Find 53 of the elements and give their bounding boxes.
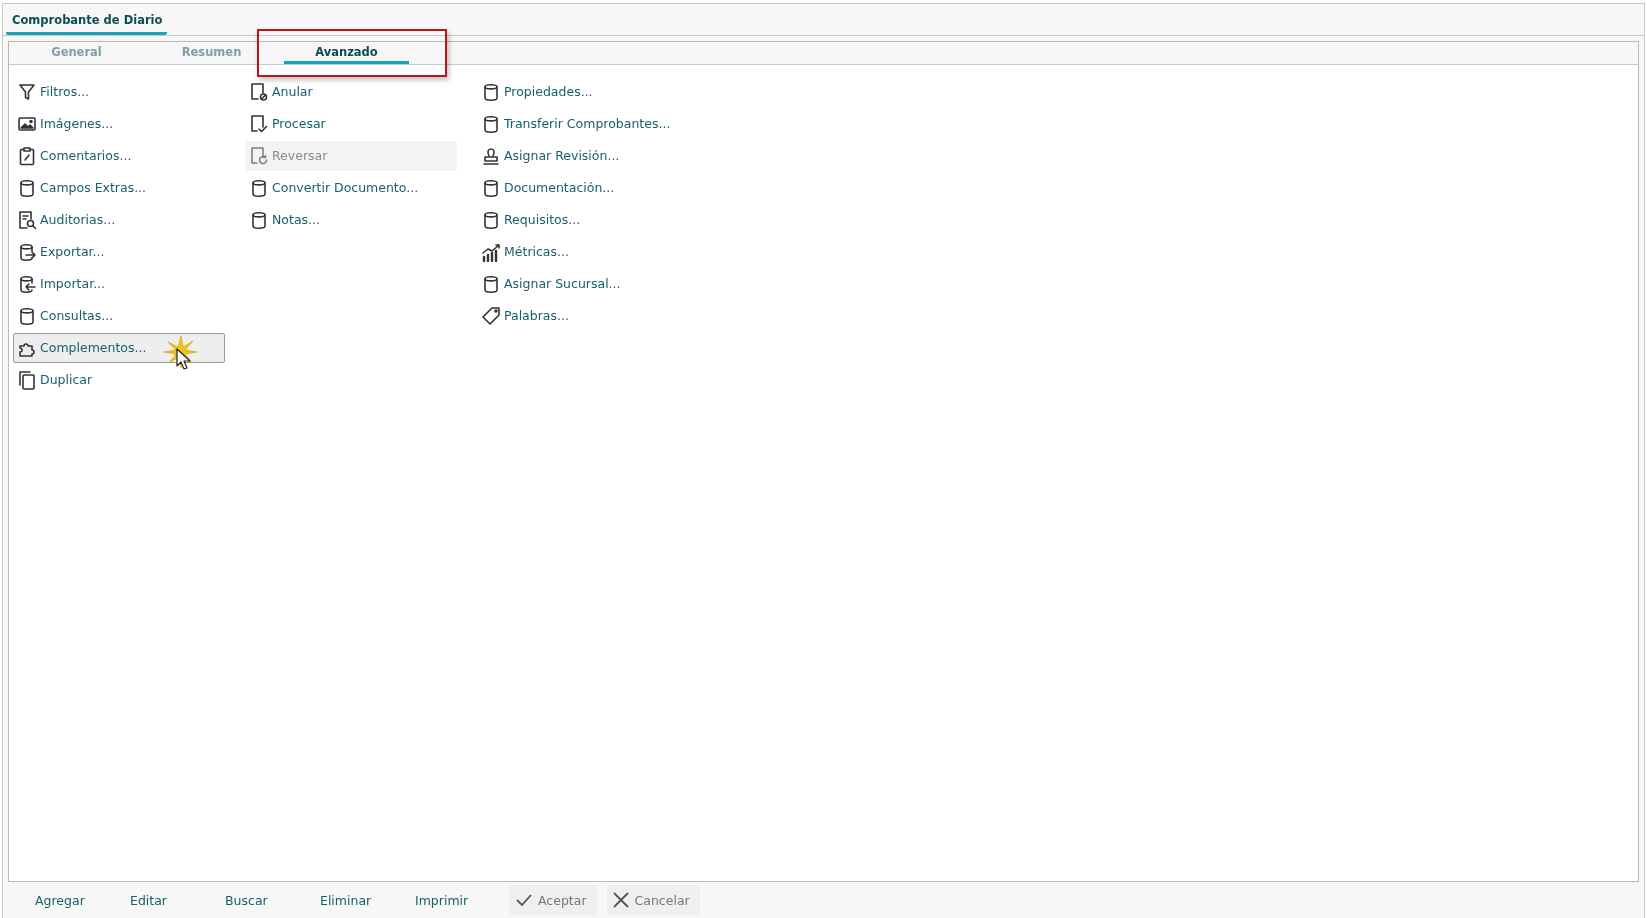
menu-item[interactable]: Imágenes...: [13, 108, 225, 139]
cursor-icon: [164, 335, 198, 370]
menu-item[interactable]: Convertir Documento...: [245, 172, 457, 203]
menu-item[interactable]: Palabras...: [477, 300, 689, 331]
menu-item[interactable]: Exportar...: [13, 236, 225, 267]
cylinder-icon: [481, 273, 501, 294]
accept-button[interactable]: Aceptar: [510, 885, 597, 915]
menu-item[interactable]: Asignar Revisión...: [477, 140, 689, 171]
bar-chart-icon: [481, 241, 501, 262]
menu-item[interactable]: Comentarios...: [13, 140, 225, 171]
menu-item[interactable]: Duplicar: [13, 364, 225, 395]
window-title[interactable]: Comprobante de Diario: [6, 12, 168, 35]
document-cancel-icon: [249, 81, 269, 102]
menu-item[interactable]: Procesar: [245, 108, 457, 139]
cylinder-icon: [17, 177, 37, 198]
menu-item[interactable]: Campos Extras...: [13, 172, 225, 203]
menu-item[interactable]: Filtros...: [13, 76, 225, 107]
stamp-icon: [481, 145, 501, 166]
cancel-button[interactable]: Cancelar: [606, 885, 700, 915]
funnel-icon: [17, 81, 37, 102]
document-refresh-icon: [249, 145, 269, 166]
menu-item[interactable]: Consultas...: [13, 300, 225, 331]
menu-item[interactable]: Documentación...: [477, 172, 689, 203]
cylinder-icon: [481, 177, 501, 198]
footer-link[interactable]: Buscar: [215, 892, 310, 908]
copy-icon: [17, 369, 37, 390]
menu-item[interactable]: Requisitos...: [477, 204, 689, 235]
menu-item[interactable]: Métricas...: [477, 236, 689, 267]
cylinder-icon: [17, 305, 37, 326]
menu-item[interactable]: Anular: [245, 76, 457, 107]
menu-item[interactable]: Notas...: [245, 204, 457, 235]
import-icon: [17, 273, 37, 294]
footer-link[interactable]: Editar: [120, 892, 215, 908]
tag-icon: [481, 305, 501, 326]
menu-item[interactable]: Transferir Comprobantes...: [477, 108, 689, 139]
cylinder-icon: [481, 81, 501, 102]
footer-link[interactable]: Eliminar: [310, 892, 405, 908]
menu-item[interactable]: Auditorias...: [13, 204, 225, 235]
footer-link[interactable]: Imprimir: [405, 892, 500, 908]
tab[interactable]: Avanzado: [284, 41, 409, 64]
cylinder-icon: [249, 177, 269, 198]
document-magnifier-icon: [17, 209, 37, 230]
cylinder-icon: [481, 113, 501, 134]
menu-item[interactable]: Asignar Sucursal...: [477, 268, 689, 299]
document-check-icon: [249, 113, 269, 134]
close-icon: [611, 891, 630, 909]
cylinder-icon: [249, 209, 269, 230]
cylinder-icon: [481, 209, 501, 230]
footer-link[interactable]: Agregar: [25, 892, 120, 908]
export-icon: [17, 241, 37, 262]
menu-item[interactable]: Propiedades...: [477, 76, 689, 107]
clipboard-icon: [17, 145, 37, 166]
menu-item[interactable]: Importar...: [13, 268, 225, 299]
